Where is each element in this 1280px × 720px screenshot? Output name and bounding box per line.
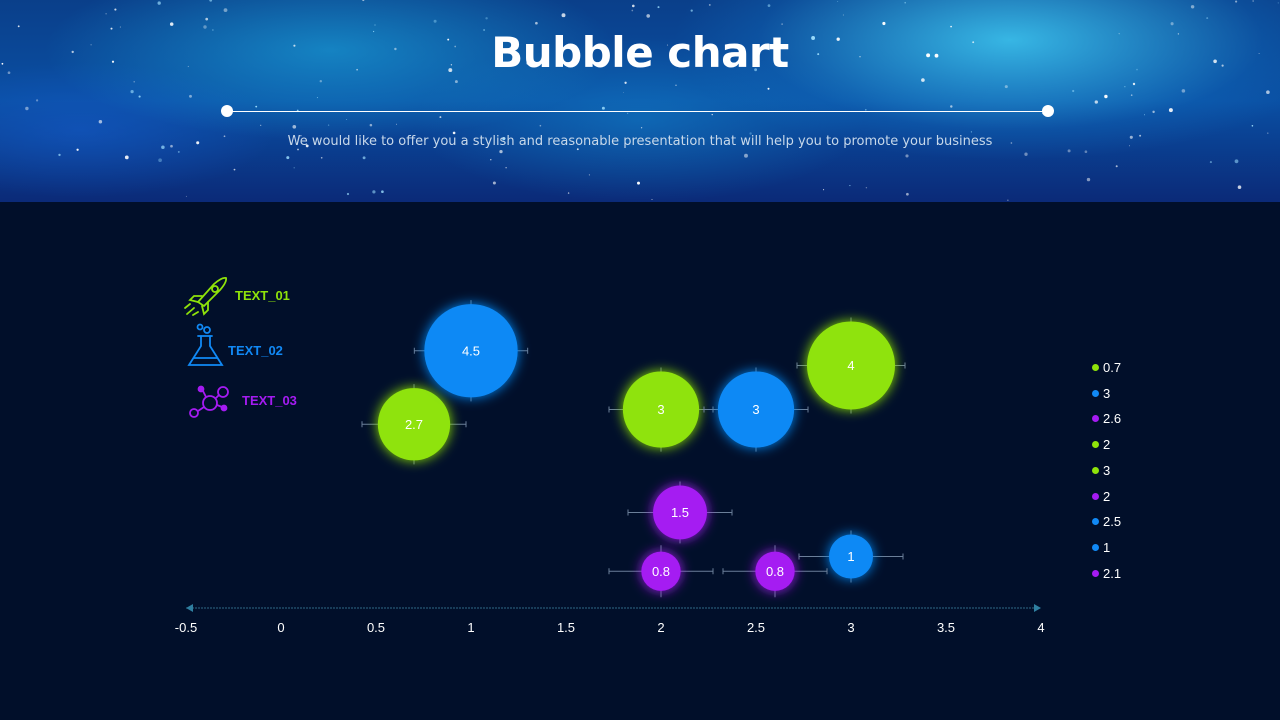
- value-legend-dot: [1092, 466, 1099, 474]
- rocket-icon: [184, 274, 230, 321]
- x-axis-right-arrow: [1034, 604, 1041, 612]
- value-legend-item: 2: [1092, 437, 1110, 452]
- value-legend-label: 2.6: [1103, 411, 1122, 427]
- value-legend-item: 0.7: [1092, 360, 1121, 375]
- legend-item-text-03: TEXT_03: [186, 384, 297, 425]
- bubble-value-label: 4: [847, 358, 854, 373]
- x-axis-left-arrow: [186, 604, 193, 612]
- bubble-value-label: 3: [752, 402, 759, 417]
- value-legend-item: 2.1: [1092, 566, 1121, 581]
- value-legend-item: 1: [1092, 540, 1110, 555]
- legend-label: TEXT_03: [242, 393, 297, 408]
- x-tick-label: 1: [467, 620, 474, 635]
- x-tick-label: 0.5: [367, 620, 385, 635]
- legend-item-text-01: TEXT_01: [184, 274, 290, 321]
- legend-label: TEXT_02: [228, 343, 283, 358]
- bubble-value-label: 0.8: [652, 564, 670, 579]
- bubble-value-label: 4.5: [462, 343, 480, 358]
- value-legend-dot: [1092, 389, 1099, 397]
- flask-icon: [186, 322, 226, 373]
- value-legend-label: 0.7: [1103, 360, 1122, 375]
- x-tick-label: 2: [657, 620, 664, 635]
- x-tick-label: 3: [847, 620, 854, 635]
- bubble-value-label: 3: [657, 402, 664, 417]
- x-tick-label: 4: [1037, 620, 1044, 635]
- x-tick-label: 0: [277, 620, 284, 635]
- value-legend-label: 3: [1103, 385, 1111, 401]
- value-legend-label: 2.1: [1103, 565, 1122, 581]
- value-legend-item: 2.6: [1092, 411, 1121, 426]
- bubble-value-label: 1.5: [671, 505, 689, 520]
- value-legend-dot: [1092, 543, 1099, 551]
- x-tick-label: 2.5: [747, 620, 765, 635]
- value-legend-dot: [1092, 364, 1099, 371]
- molecule-icon: [186, 384, 236, 425]
- bubble-value-label: 2.7: [405, 417, 423, 432]
- value-legend-dot: [1092, 492, 1099, 500]
- x-tick-label: -0.5: [175, 620, 197, 635]
- value-legend-dot: [1092, 569, 1099, 577]
- value-legend-label: 2: [1103, 488, 1111, 504]
- value-legend-label: 2.5: [1103, 514, 1122, 530]
- value-legend-label: 2: [1103, 437, 1111, 453]
- value-legend-label: 3: [1103, 462, 1111, 478]
- value-legend-dot: [1092, 441, 1099, 449]
- value-legend-label: 1: [1103, 539, 1111, 555]
- x-tick-label: 3.5: [937, 620, 955, 635]
- bubble-value-label: 1: [847, 549, 854, 564]
- x-tick-label: 1.5: [557, 620, 575, 635]
- value-legend-item: 3: [1092, 463, 1110, 478]
- value-legend-dot: [1092, 518, 1099, 526]
- value-legend-item: 2.5: [1092, 514, 1121, 529]
- legend-item-text-02: TEXT_02: [186, 322, 283, 373]
- value-legend-item: 3: [1092, 386, 1110, 401]
- value-legend-item: 2: [1092, 489, 1110, 504]
- legend-label: TEXT_01: [235, 288, 290, 303]
- value-legend-dot: [1092, 415, 1099, 423]
- bubble-value-label: 0.8: [766, 564, 784, 579]
